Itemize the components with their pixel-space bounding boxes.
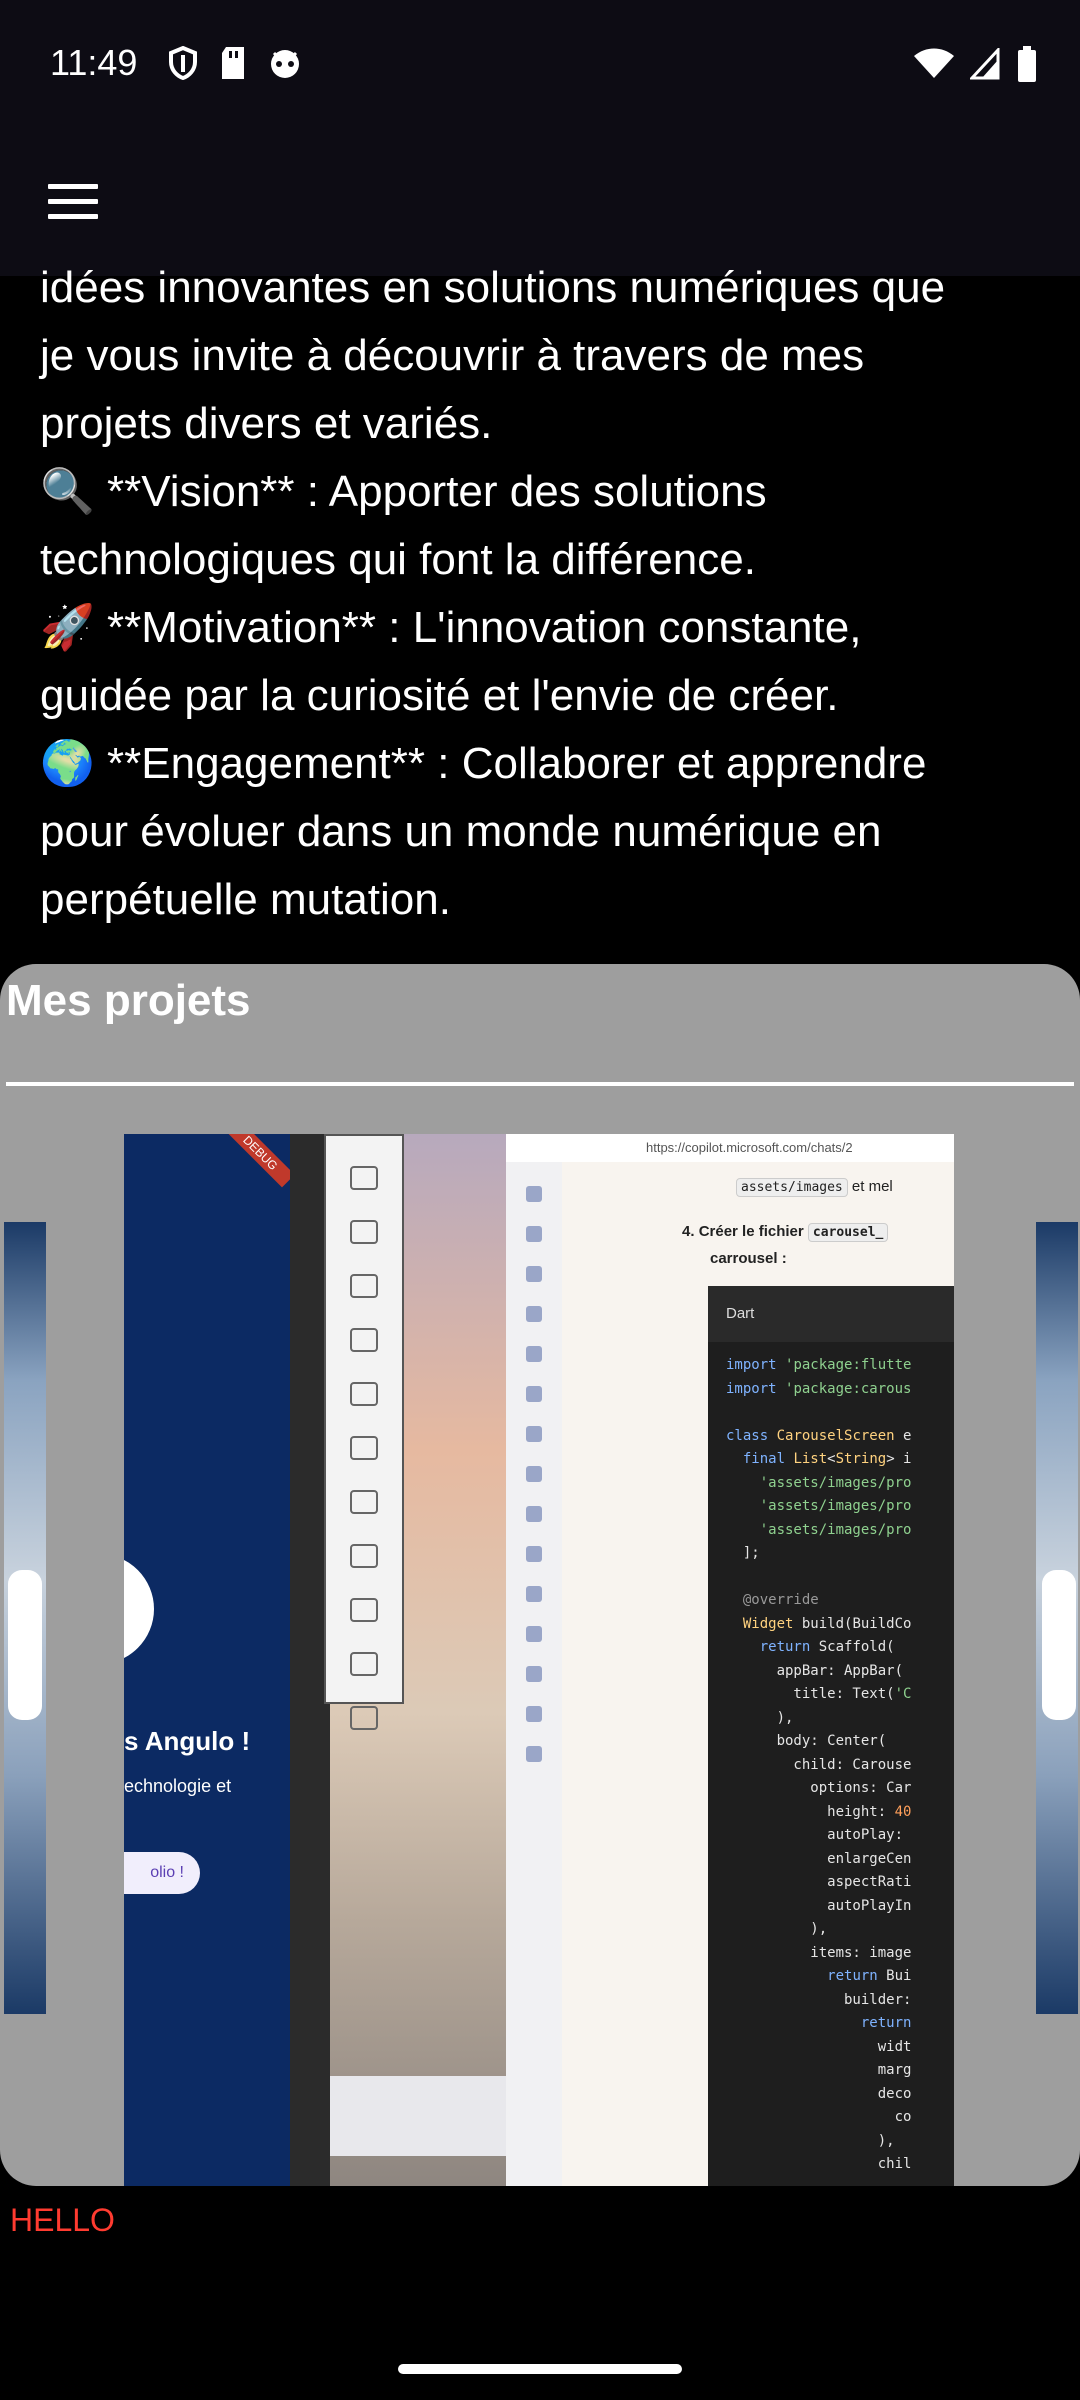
- intro-line: perpétuelle mutation.: [40, 875, 451, 924]
- emulator-toolbar: [324, 1134, 404, 1730]
- browser-sidebar: [506, 1162, 562, 2186]
- battery-icon: [1018, 46, 1036, 82]
- intro-line: technologiques qui font la différence.: [40, 535, 756, 584]
- carousel-current-slide[interactable]: DEBUG s Angulo ! echnologie et olio ! ht…: [124, 1134, 954, 2186]
- wifi-icon: [914, 48, 954, 78]
- taskbar: [330, 2076, 530, 2156]
- chat-step-text2: carrousel :: [710, 1250, 787, 1267]
- phone-hero-button: olio !: [124, 1852, 200, 1894]
- status-icons-right: [914, 46, 1038, 82]
- projects-carousel[interactable]: DEBUG s Angulo ! echnologie et olio ! ht…: [0, 1134, 1080, 2186]
- footer-hello-text: HELLO: [10, 2202, 115, 2238]
- chat-content: assets/images et mel 4. Créer le fichier…: [566, 1162, 954, 1267]
- browser-screenshot: https://copilot.microsoft.com/chats/2 as…: [506, 1134, 954, 2186]
- intro-line-vision: 🔍 **Vision** : Apporter des solutions: [40, 467, 767, 516]
- browser-url: https://copilot.microsoft.com/chats/2: [506, 1134, 954, 1162]
- code-block: Dart import 'package:flutte import 'pack…: [708, 1286, 954, 2186]
- intro-line: guidée par la curiosité et l'envie de cr…: [40, 671, 839, 720]
- chat-step-number: 4.: [682, 1223, 695, 1240]
- projects-divider: [6, 1082, 1074, 1086]
- code-language: Dart: [708, 1286, 954, 1342]
- projects-card: Mes projets DEBUG s Angulo ! echnologie …: [0, 964, 1080, 2186]
- hamburger-menu-icon[interactable]: [48, 184, 98, 224]
- code-text: import 'package:flutte import 'package:c…: [726, 1357, 912, 2172]
- signal-icon: [970, 48, 1000, 80]
- android-face-icon: [271, 50, 299, 78]
- sd-card-icon: [222, 47, 244, 79]
- status-bar: 11:49: [0, 0, 1080, 128]
- carousel-prev-slide[interactable]: [4, 1222, 46, 2014]
- status-time: 11:49: [50, 42, 138, 83]
- intro-line-engagement: 🌍 **Engagement** : Collaborer et apprend…: [40, 739, 927, 788]
- intro-line: projets divers et variés.: [40, 399, 493, 448]
- chat-step-code: carousel_: [807, 1223, 889, 1242]
- intro-line-motivation: 🚀 **Motivation** : L'innovation constant…: [40, 603, 862, 652]
- chat-step-text: Créer le fichier: [698, 1223, 804, 1240]
- intro-line: pour évoluer dans un monde numérique en: [40, 807, 882, 856]
- intro-line: idées innovantes en solutions numériques…: [40, 263, 946, 312]
- intro-line: je vous invite à découvrir à travers de …: [40, 331, 865, 380]
- carousel-next-slide[interactable]: [1036, 1222, 1078, 2014]
- home-indicator[interactable]: [398, 2364, 682, 2374]
- status-icons-left: [168, 46, 302, 80]
- chat-assets-code: assets/images: [736, 1178, 848, 1197]
- shield-icon: [169, 46, 197, 80]
- phone-hero-title: s Angulo !: [124, 1726, 251, 1756]
- phone-hero-subtitle: echnologie et: [124, 1776, 232, 1796]
- projects-title: Mes projets: [6, 976, 251, 1025]
- intro-text: idées innovantes en solutions numériques…: [40, 254, 1060, 934]
- slide-phone-screenshot: DEBUG s Angulo ! echnologie et olio !: [124, 1134, 295, 2186]
- debug-banner: DEBUG: [226, 1134, 295, 1188]
- avatar: [124, 1554, 154, 1664]
- chat-assets-suffix: et mel: [851, 1178, 893, 1195]
